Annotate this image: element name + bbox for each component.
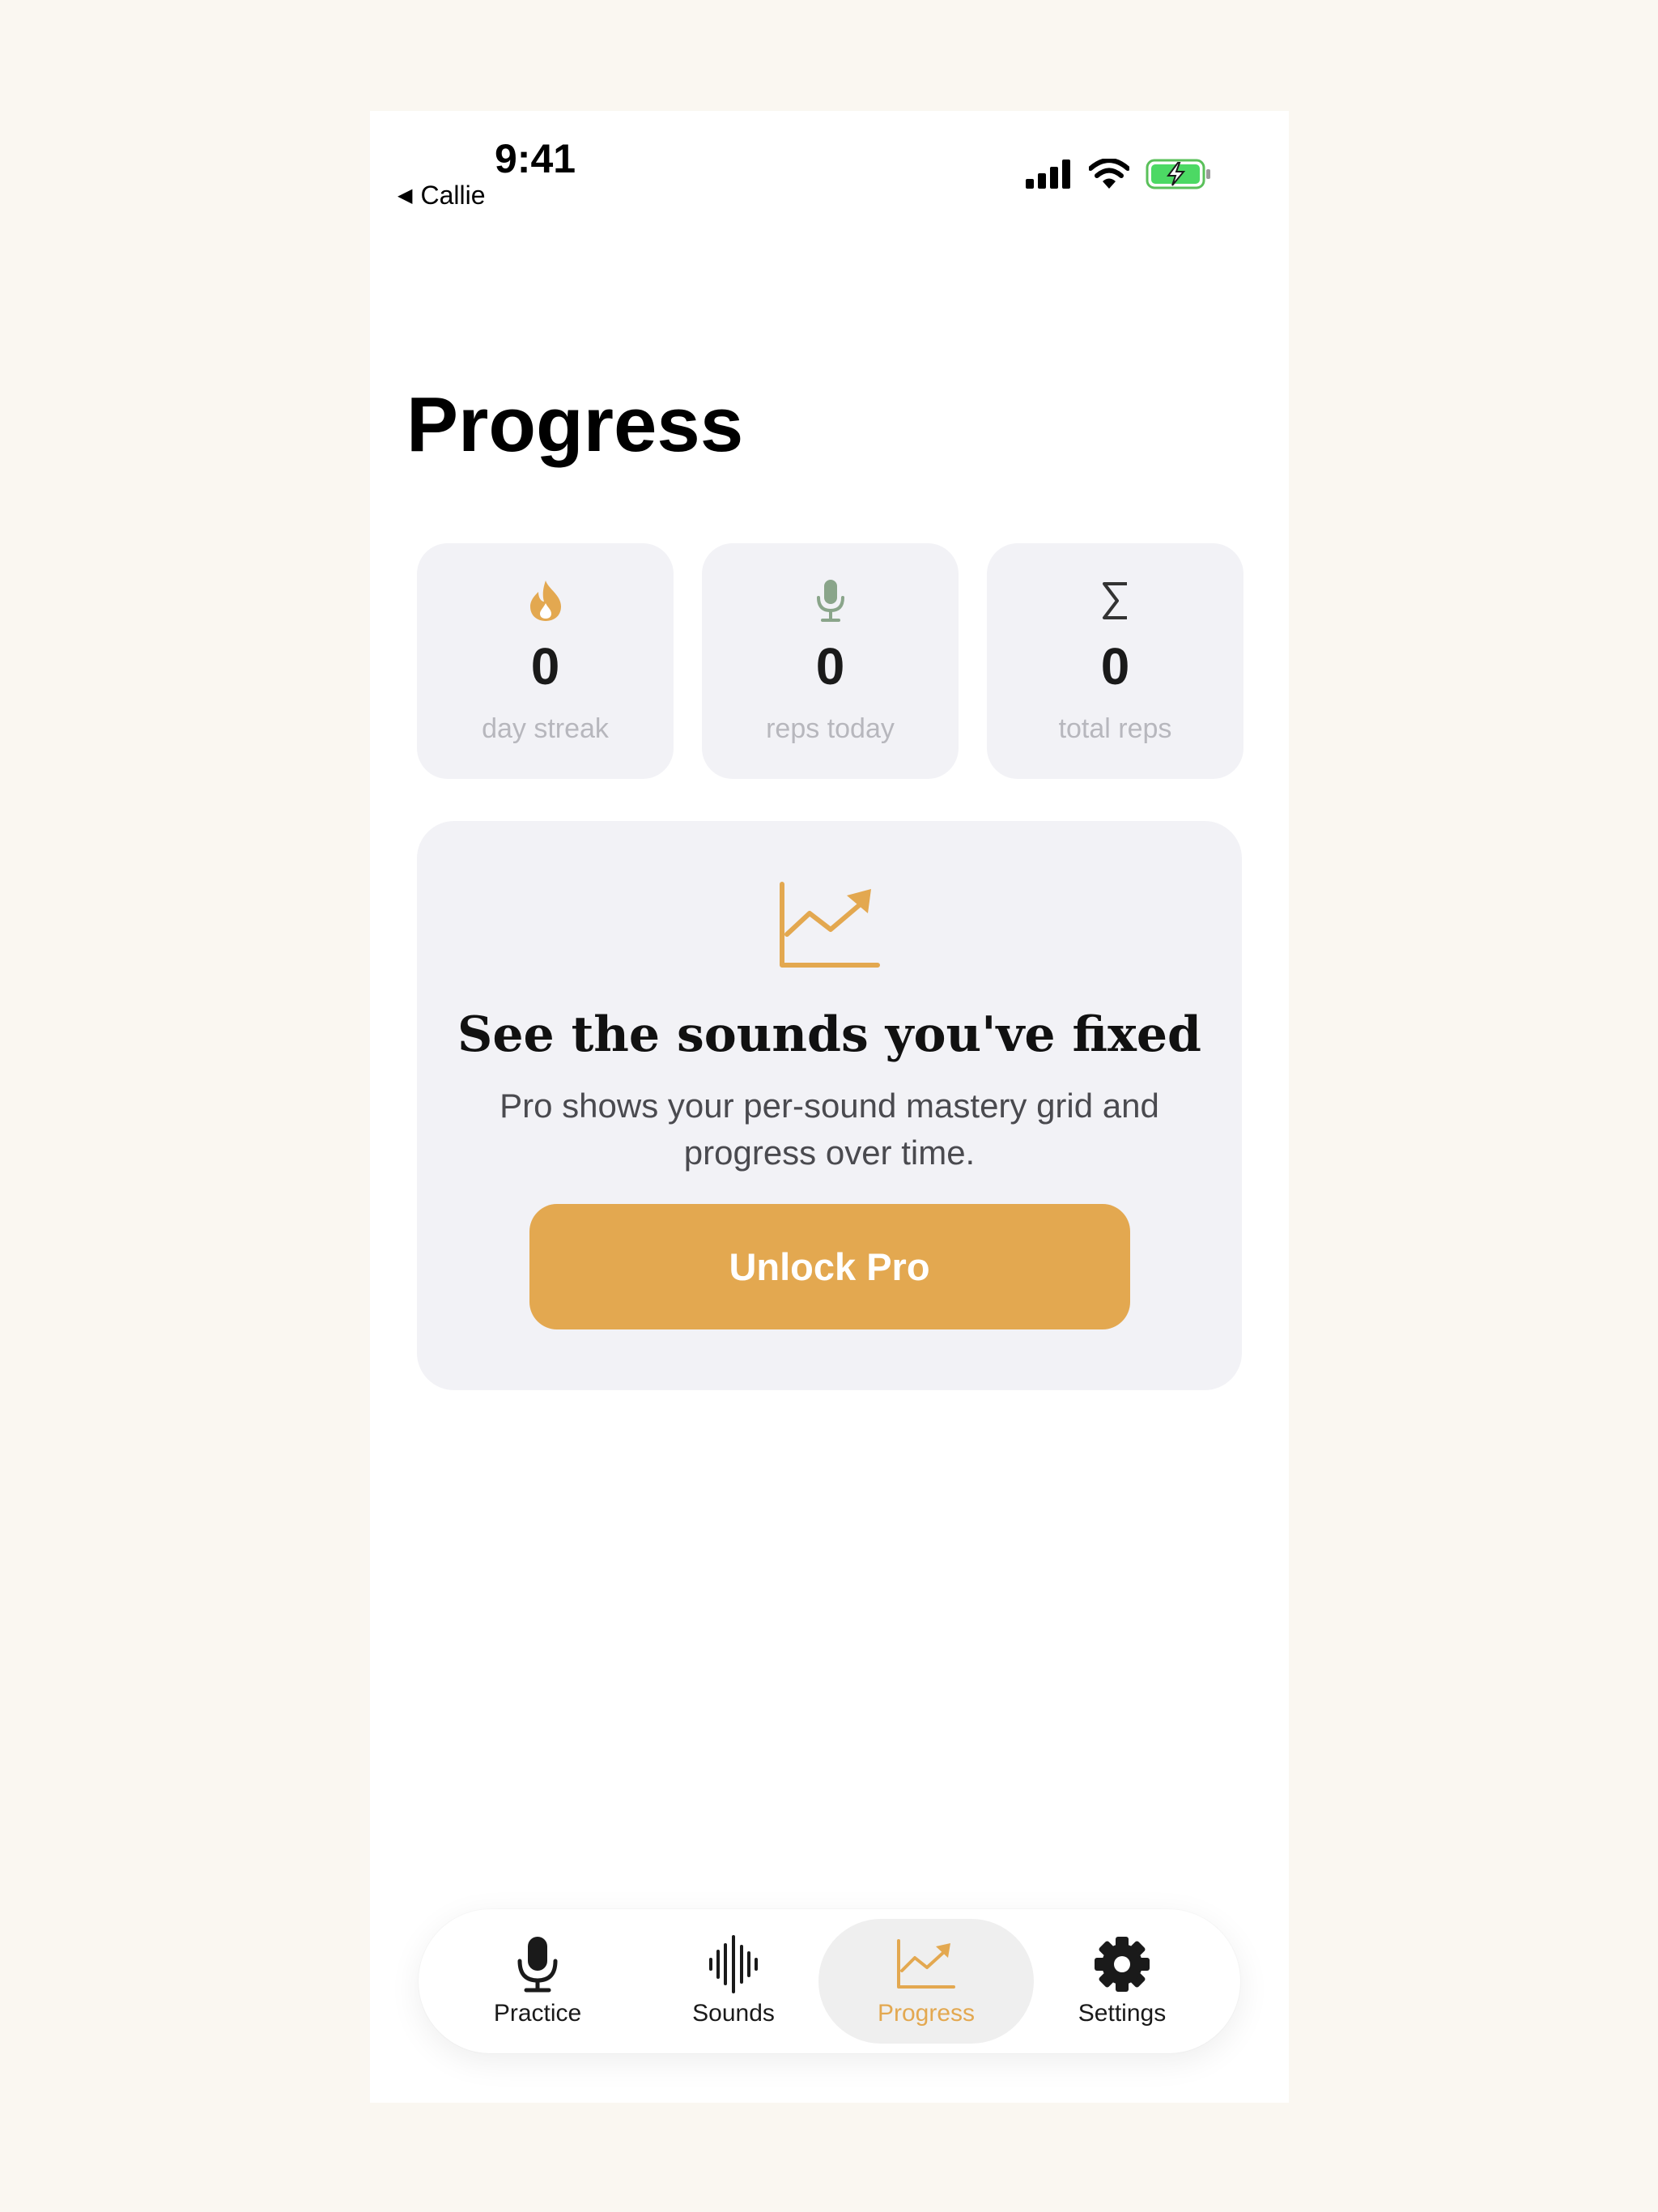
promo-description: Pro shows your per-sound mastery grid an… bbox=[500, 1087, 1159, 1172]
tab-label: Settings bbox=[1078, 2000, 1167, 2027]
pro-upsell-card: See the sounds you've fixed Pro shows yo… bbox=[417, 821, 1242, 1390]
back-to-app-link[interactable]: ◀ Callie bbox=[397, 181, 486, 211]
sigma-icon bbox=[1101, 577, 1130, 624]
microphone-icon bbox=[814, 577, 847, 624]
back-app-label: Callie bbox=[420, 181, 486, 210]
tab-practice[interactable]: Practice bbox=[430, 1919, 645, 2044]
back-triangle-icon: ◀ bbox=[397, 185, 413, 206]
page-title: Progress bbox=[406, 381, 744, 468]
waveform-icon bbox=[707, 1935, 760, 1993]
battery-charging-icon bbox=[1146, 159, 1210, 189]
microphone-icon bbox=[515, 1935, 560, 1993]
tab-label: Progress bbox=[877, 2000, 976, 2027]
status-icons bbox=[1026, 158, 1212, 190]
stat-label: total reps bbox=[1058, 713, 1172, 744]
chart-trend-icon bbox=[896, 1935, 956, 1993]
chart-trend-icon bbox=[779, 881, 881, 974]
tab-progress[interactable]: Progress bbox=[818, 1919, 1034, 2044]
tab-bar: Practice Sounds Progress Settings bbox=[419, 1909, 1240, 2053]
stat-value: 0 bbox=[1100, 637, 1130, 696]
status-time: 9:41 bbox=[495, 136, 576, 181]
flame-icon bbox=[529, 577, 563, 624]
stat-card-total-reps: 0 total reps bbox=[987, 543, 1244, 779]
cellular-signal-icon bbox=[1026, 160, 1070, 189]
unlock-pro-button[interactable]: Unlock Pro bbox=[529, 1204, 1130, 1329]
tab-sounds[interactable]: Sounds bbox=[626, 1919, 841, 2044]
gear-icon bbox=[1093, 1935, 1151, 1993]
stat-value: 0 bbox=[815, 637, 845, 696]
tab-label: Practice bbox=[493, 2000, 582, 2027]
tab-label: Sounds bbox=[692, 2000, 775, 2027]
promo-title: See the sounds you've fixed bbox=[457, 1006, 1201, 1063]
stat-label: reps today bbox=[766, 713, 895, 744]
stat-value: 0 bbox=[530, 637, 560, 696]
wifi-icon bbox=[1089, 159, 1129, 189]
stat-card-day-streak: 0 day streak bbox=[417, 543, 674, 779]
stat-card-reps-today: 0 reps today bbox=[702, 543, 959, 779]
app-screen: 9:41 ◀ Callie Progress 0 day streak 0 re… bbox=[370, 111, 1289, 2103]
tab-settings[interactable]: Settings bbox=[1014, 1919, 1230, 2044]
stat-label: day streak bbox=[482, 713, 609, 744]
